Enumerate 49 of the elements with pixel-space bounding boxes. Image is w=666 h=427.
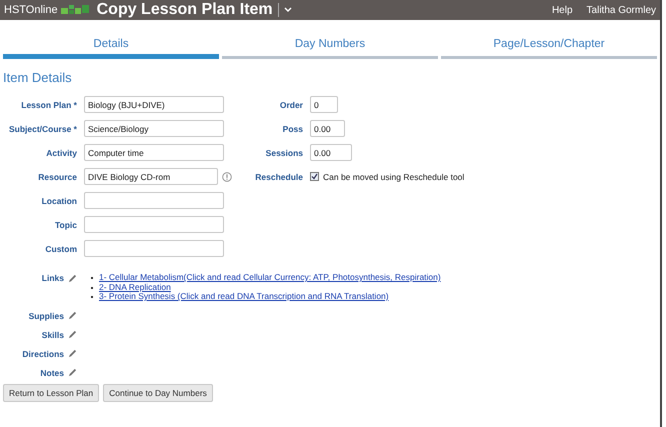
field-label: Supplies bbox=[28, 310, 64, 320]
input-field[interactable]: Computer time bbox=[84, 144, 224, 161]
tab[interactable]: Details bbox=[3, 38, 219, 59]
input-field[interactable]: Biology (BJU+DIVE) bbox=[84, 96, 224, 113]
input-field[interactable]: DIVE Biology CD-rom bbox=[84, 168, 218, 185]
tab[interactable]: Page/Lesson/Chapter bbox=[441, 38, 657, 59]
checkbox[interactable] bbox=[310, 172, 319, 181]
logo-icon bbox=[60, 5, 89, 15]
chevron-down-icon[interactable] bbox=[284, 7, 292, 13]
field-label: Subject/Course * bbox=[8, 124, 78, 134]
field-label: Lesson Plan * bbox=[20, 100, 78, 110]
resource-link[interactable]: 1- Cellular Metabolism(Click and read Cellular Currency: ATP, Photosynthesis, Respiration) bbox=[99, 272, 441, 282]
pencil-icon[interactable] bbox=[68, 368, 77, 377]
field-label: Location bbox=[40, 196, 78, 206]
header-link[interactable]: Talitha Gormley bbox=[586, 4, 656, 16]
page-title: Copy Lesson Plan Item bbox=[96, 1, 273, 19]
checkbox-label: Can be moved using Reschedule tool bbox=[323, 172, 464, 182]
pencil-icon[interactable] bbox=[68, 274, 77, 282]
input-field[interactable] bbox=[84, 240, 224, 257]
input-field[interactable]: 0 bbox=[310, 96, 338, 113]
field-label: Directions bbox=[22, 348, 64, 358]
input-field[interactable] bbox=[84, 192, 224, 209]
info-icon[interactable] bbox=[222, 172, 232, 182]
pencil-icon[interactable] bbox=[68, 311, 77, 320]
resource-link[interactable]: 3- Protein Synthesis (Click and read DNA Transcription and RNA Translation) bbox=[99, 291, 389, 301]
field-label: Sessions bbox=[264, 148, 304, 158]
input-field[interactable]: 0.00 bbox=[310, 144, 352, 161]
return-button[interactable]: Return to Lesson Plan bbox=[3, 384, 100, 402]
pencil-icon[interactable] bbox=[68, 349, 77, 358]
continue-button[interactable]: Continue to Day Numbers bbox=[103, 384, 213, 402]
input-field[interactable]: 0.00 bbox=[310, 120, 345, 137]
field-label: Activity bbox=[45, 148, 78, 158]
field-label: Order bbox=[278, 100, 304, 110]
section-heading: Item Details bbox=[3, 70, 73, 85]
field-label: Resource bbox=[37, 172, 78, 182]
header-link[interactable]: Help bbox=[552, 4, 573, 16]
field-label: Custom bbox=[44, 244, 78, 254]
field-label: Notes bbox=[40, 368, 64, 378]
field-label: Reschedule bbox=[254, 172, 304, 182]
tab[interactable]: Day Numbers bbox=[222, 38, 438, 59]
brand-name: HSTOnline bbox=[4, 4, 58, 16]
field-label: Links bbox=[42, 273, 64, 283]
input-field[interactable]: Science/Biology bbox=[84, 120, 224, 137]
field-label: Poss bbox=[282, 124, 304, 134]
field-label: Topic bbox=[54, 220, 78, 230]
input-field[interactable] bbox=[84, 216, 224, 233]
pencil-icon[interactable] bbox=[68, 330, 77, 339]
resource-link[interactable]: 2- DNA Replication bbox=[99, 282, 171, 292]
field-label: Skills bbox=[42, 330, 64, 340]
